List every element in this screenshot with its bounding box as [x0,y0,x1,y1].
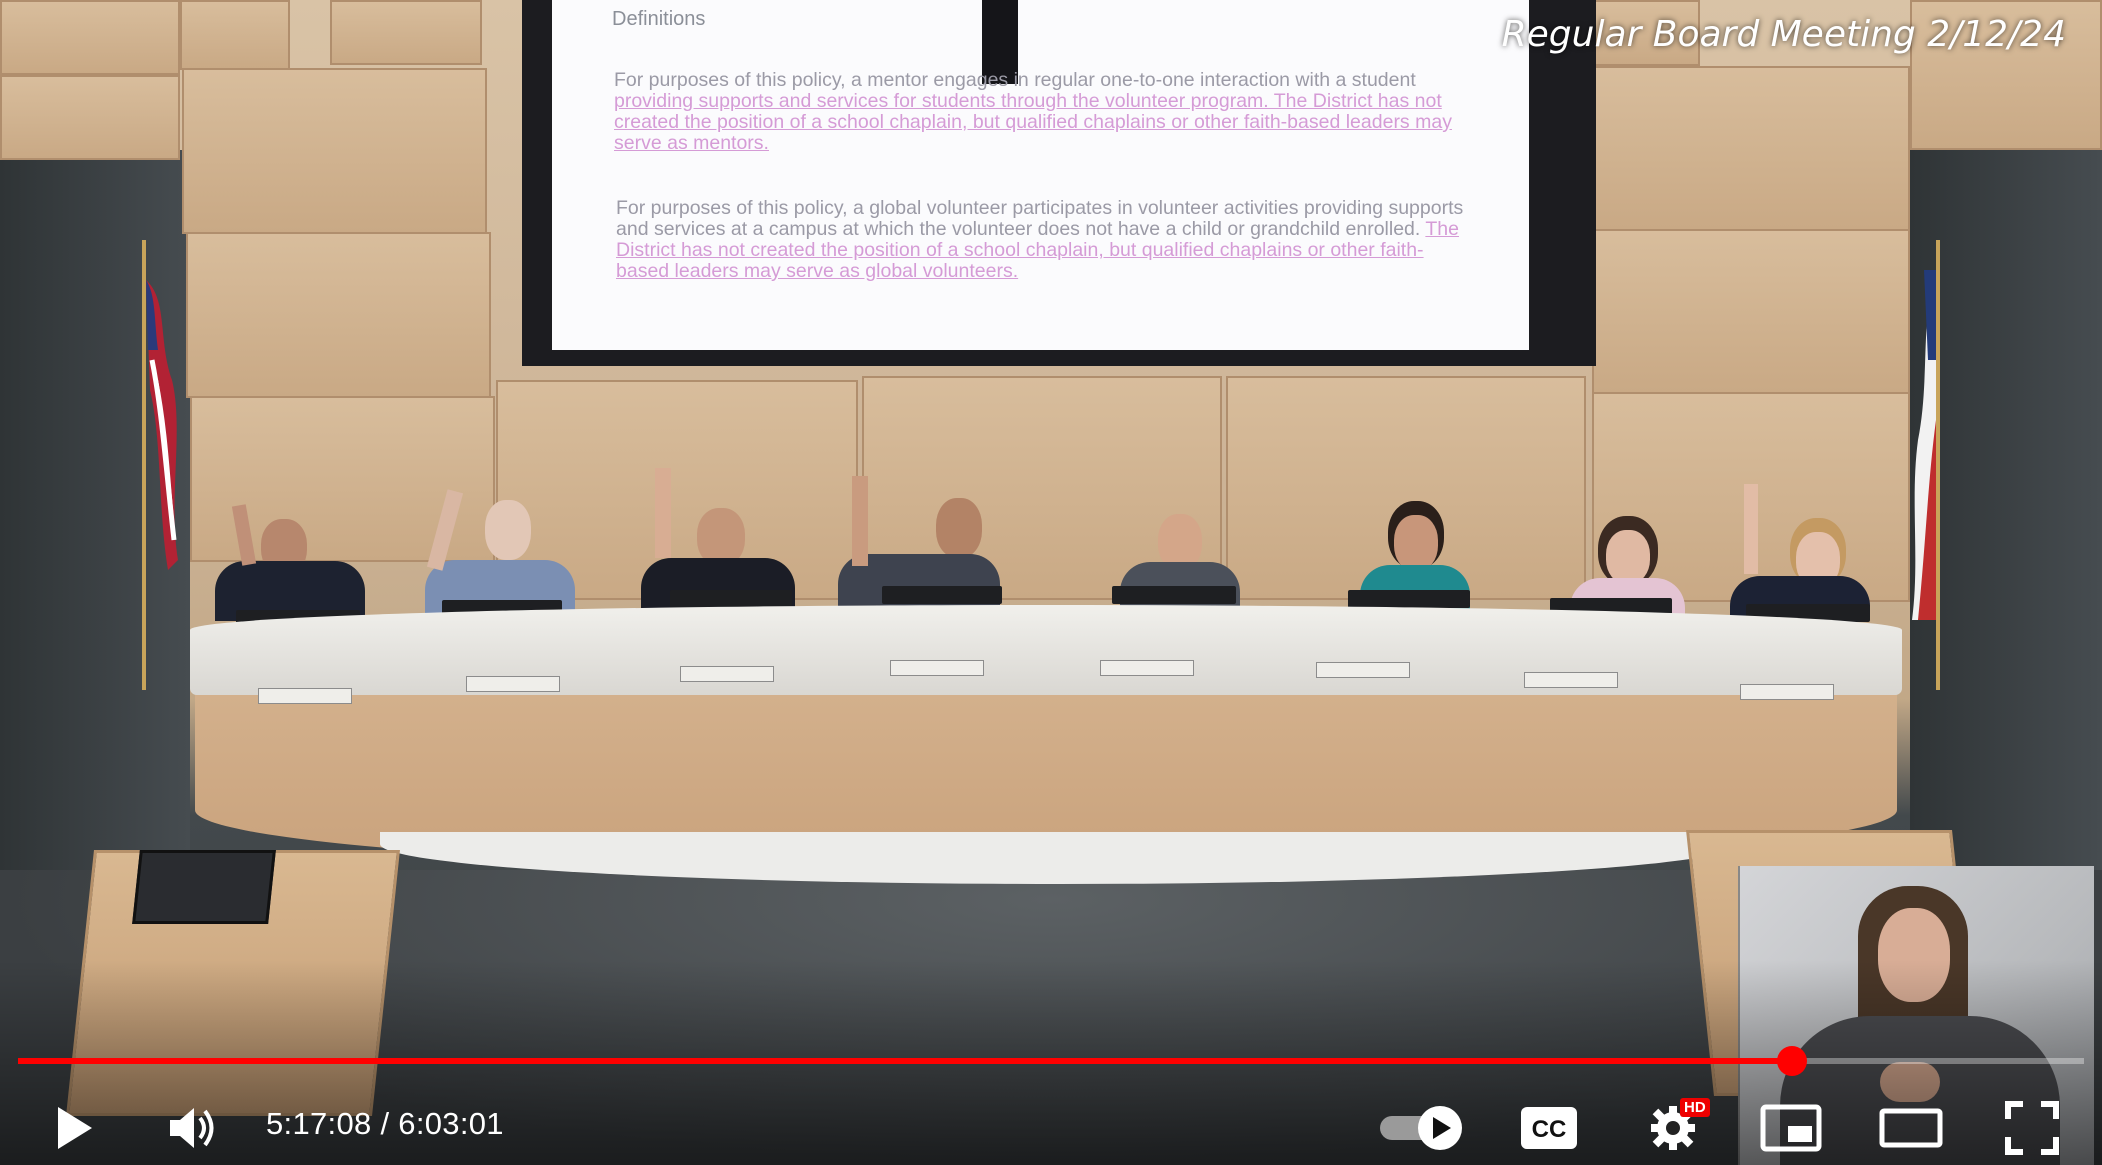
wall-panel [330,0,482,65]
wall-panel [0,0,180,75]
theater-icon [1879,1108,1943,1148]
wall-panel [180,0,290,70]
podium-display [132,850,276,924]
slide-text: For purposes of this policy, a global vo… [616,197,1464,240]
nameplate [1524,672,1618,688]
hd-badge: HD [1680,1098,1710,1117]
nameplate [466,676,560,692]
slide-heading: Definitions [612,8,706,30]
progress-bar[interactable] [18,1046,2084,1076]
total-duration: 6:03:01 [398,1106,504,1141]
slide-inserted-text: providing supports and services for stud… [614,90,1452,154]
meeting-title-watermark: Regular Board Meeting 2/12/24 [1501,14,2066,55]
nameplate [1316,662,1410,678]
play-button[interactable] [44,1098,104,1158]
wall-panel [186,232,491,398]
miniplayer-icon [1760,1104,1822,1152]
wall-panel [1592,229,1910,394]
projection-screen [552,0,1529,350]
svg-text:CC: CC [1532,1116,1567,1143]
desk-monitor [882,586,1002,604]
time-display: 5:17:08 / 6:03:01 [266,1106,504,1142]
fullscreen-icon [2005,1101,2059,1155]
board-member [215,504,365,621]
autoplay-toggle[interactable] [1378,1102,1468,1154]
nameplate [680,666,774,682]
dais-top [190,605,1902,695]
miniplayer-button[interactable] [1758,1100,1824,1156]
nameplate [890,660,984,676]
nameplate [1740,684,1834,700]
board-member [415,489,575,620]
slide-paragraph-global-volunteer: For purposes of this policy, a global vo… [616,198,1476,282]
cc-icon: CC [1521,1107,1577,1149]
us-flag [142,240,178,690]
texas-flag [1912,240,1940,690]
captions-button[interactable]: CC [1520,1104,1578,1152]
wall-panel [182,68,487,234]
wall-panel [0,75,180,160]
theater-mode-button[interactable] [1876,1100,1946,1156]
play-icon [58,1107,92,1149]
fullscreen-button[interactable] [2000,1098,2064,1158]
nameplate [258,688,352,704]
mute-button[interactable] [160,1098,226,1158]
time-separator: / [371,1106,399,1141]
current-time: 5:17:08 [266,1106,372,1141]
desk-monitor [1348,590,1470,608]
slide-paragraph-mentor: For purposes of this policy, a mentor en… [614,70,1474,154]
wall-panel [1592,66,1910,231]
nameplate [1100,660,1194,676]
slide-text: For purposes of this policy, a mentor en… [614,69,1416,91]
progress-played [18,1058,1793,1064]
volume-icon [170,1108,214,1148]
desk-monitor [1112,586,1236,604]
scrubber-handle[interactable] [1777,1046,1808,1076]
autoplay-toggle-icon [1380,1106,1462,1150]
board-member [1730,484,1870,616]
settings-button[interactable]: HD [1640,1094,1710,1158]
